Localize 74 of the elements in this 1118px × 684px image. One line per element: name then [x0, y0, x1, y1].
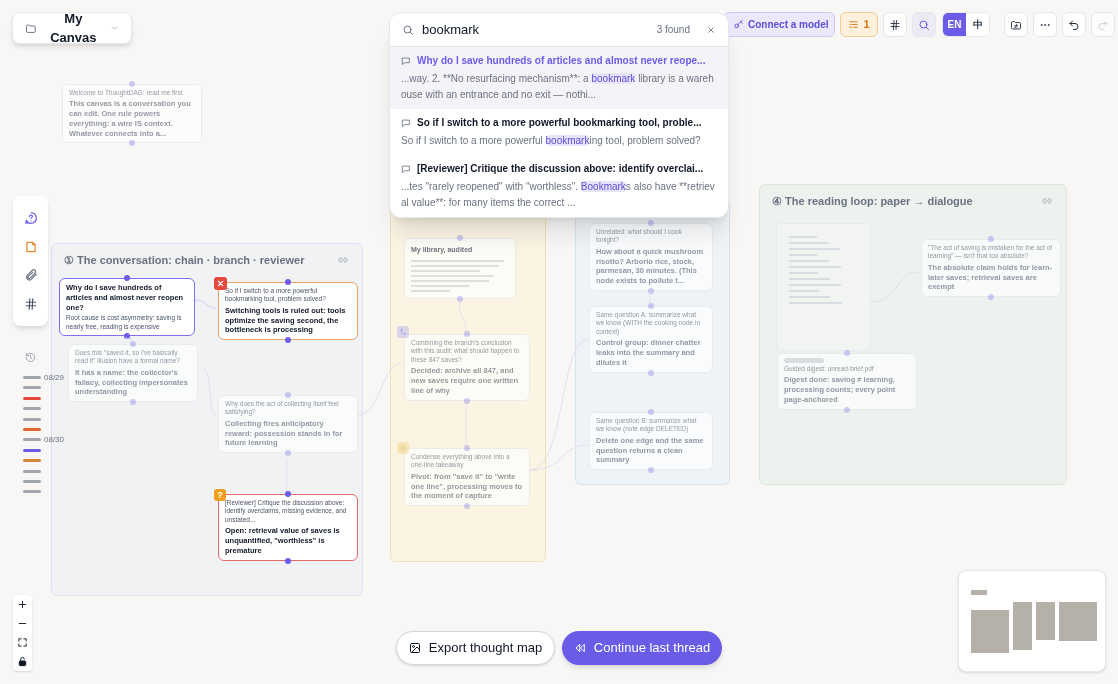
minimap-panel[interactable] — [958, 570, 1106, 672]
search-query: bookmark — [422, 20, 481, 39]
result-snippet: ...tes "rarely reopened" with "worthless". Bookmarks also have **retrieval value**: for many items the correct ... — [401, 180, 716, 210]
comment-icon — [401, 163, 411, 174]
plus-icon — [17, 599, 28, 610]
history-icon[interactable] — [25, 352, 36, 363]
fit-icon — [17, 637, 28, 648]
language-tab[interactable]: EN — [943, 13, 966, 36]
lock-icon — [17, 656, 28, 667]
question-badge: ? — [214, 489, 226, 501]
hash-icon[interactable] — [23, 296, 38, 311]
hash-icon — [889, 18, 901, 31]
timeline-mark[interactable] — [23, 428, 41, 431]
timeline-mark[interactable] — [23, 438, 41, 442]
folder-sync-button[interactable] — [1004, 12, 1028, 37]
group-title: ① The conversation: chain · branch · reviewer — [64, 253, 305, 268]
result-snippet: So if I switch to a more powerful bookmarking tool, problem solved? — [401, 134, 702, 148]
result-title: Why do I save hundreds of articles and almost never reope... — [417, 54, 706, 68]
comment-icon — [401, 117, 411, 128]
file-icon[interactable] — [23, 239, 38, 254]
close-icon[interactable] — [706, 24, 716, 35]
more-button[interactable] — [1033, 12, 1057, 37]
search-result[interactable]: So if I switch to a more powerful bookmarking tool, proble... So if I switch to a more powerful bookmarking tool, problem solved? — [390, 109, 728, 155]
timeline-mark[interactable] — [23, 448, 41, 452]
grid-button[interactable] — [883, 12, 907, 37]
undo-icon — [1068, 18, 1080, 31]
timeline-mark[interactable] — [23, 459, 41, 463]
result-title: So if I switch to a more powerful bookmarking tool, proble... — [417, 116, 702, 130]
edge-line — [458, 301, 467, 332]
help-icon[interactable] — [23, 211, 38, 226]
timeline-mark[interactable] — [23, 386, 41, 390]
connection-handle[interactable] — [285, 337, 291, 344]
comment-icon — [401, 55, 411, 66]
queue-button[interactable]: 1 — [840, 12, 878, 37]
result-count: 3 found — [656, 23, 690, 37]
image-icon — [408, 642, 421, 654]
connection-handle[interactable] — [285, 491, 291, 497]
edge-line — [649, 290, 651, 304]
timeline-mark[interactable] — [23, 490, 41, 494]
timeline-mark[interactable] — [23, 407, 41, 411]
search-icon — [402, 23, 414, 36]
key-icon — [733, 19, 744, 30]
timeline-mark[interactable] — [23, 417, 41, 421]
timeline-mark[interactable] — [23, 396, 41, 400]
chevron-down-icon — [109, 23, 119, 33]
export-button[interactable]: Export thought map — [396, 631, 555, 665]
canvas-menu-button[interactable]: My Canvas — [12, 12, 132, 44]
edge-line — [125, 336, 133, 341]
search-icon — [918, 18, 930, 31]
group-title: ④ The reading loop: paper → dialogue — [772, 194, 973, 209]
timeline-mark[interactable] — [23, 469, 41, 473]
continue-button[interactable]: Continue last thread — [562, 631, 722, 665]
result-title: [Reviewer] Critique the discussion above: identify overclai... — [417, 162, 704, 176]
link-icon[interactable] — [338, 255, 348, 265]
folder-icon — [25, 21, 37, 35]
timeline-date: 08/30 — [44, 434, 65, 447]
connect-model-button[interactable]: Connect a model — [723, 12, 835, 37]
search-result[interactable]: Why do I save hundreds of articles and almost never reope... ...way. 2. **No resurfacing mechanism**: a bookmark library is a warehouse with an entrance and no exit — nothi... — [390, 47, 728, 109]
connection-handle[interactable] — [285, 557, 291, 564]
list-icon — [848, 19, 860, 30]
folder-icon — [1010, 18, 1022, 31]
link-icon[interactable] — [1042, 196, 1052, 206]
redo-icon — [1097, 18, 1109, 31]
timeline-date: 08/29 — [44, 372, 65, 384]
paperclip-icon[interactable] — [23, 268, 38, 283]
search-result[interactable]: [Reviewer] Critique the discussion above: identify overclai... ...tes "rarely reopened" with "worthless". Bookmarks also have **retrieval value**: for many items the correct ... — [390, 155, 728, 217]
search-button[interactable] — [912, 12, 936, 37]
undo-button[interactable] — [1062, 12, 1086, 37]
result-snippet: ...way. 2. **No resurfacing mechanism**: a bookmark library is a warehouse with an entrance and no exit — nothi... — [401, 72, 715, 102]
connection-handle[interactable] — [285, 279, 291, 285]
file-tag-drawing — [784, 358, 824, 363]
connection-handle[interactable] — [124, 275, 130, 281]
edge-line — [194, 299, 217, 309]
rewind-icon — [573, 642, 586, 654]
